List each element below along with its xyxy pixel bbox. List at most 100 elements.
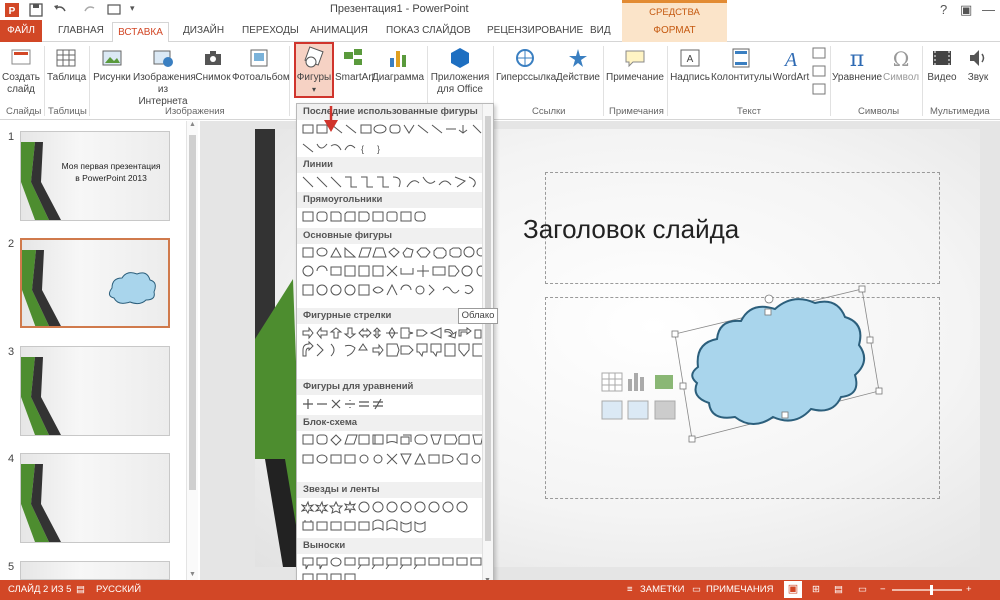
chart-label: Диаграмма bbox=[372, 72, 425, 83]
new-slide-label: Создать слайд bbox=[2, 72, 41, 95]
chart-button[interactable]: Диаграмма bbox=[372, 44, 424, 84]
online-pictures-button[interactable]: Изображения из Интернета bbox=[133, 44, 196, 108]
slide-decoration bbox=[21, 357, 61, 435]
shapes-button[interactable]: Фигуры ▾ bbox=[294, 42, 334, 98]
gallery-scroll-thumb[interactable] bbox=[485, 116, 491, 541]
scroll-down-icon[interactable]: ▼ bbox=[189, 571, 196, 578]
equation-shapes-icons[interactable] bbox=[301, 397, 485, 412]
rectangles-icons[interactable] bbox=[301, 210, 485, 225]
apps-for-office-button[interactable]: Приложения для Office bbox=[430, 44, 490, 96]
tab-format[interactable]: ФОРМАТ bbox=[622, 20, 727, 42]
redo-icon[interactable] bbox=[82, 2, 98, 18]
powerpoint-icon[interactable]: P bbox=[4, 2, 20, 18]
ribbon-insert: Создать слайд Слайды Таблица Таблицы Рис… bbox=[0, 42, 1000, 120]
video-icon bbox=[933, 51, 951, 65]
help-button[interactable]: ? bbox=[940, 2, 947, 17]
wordart-button[interactable]: A WordArt bbox=[771, 44, 811, 84]
undo-icon[interactable] bbox=[52, 2, 68, 18]
stars-ribbons-icons[interactable] bbox=[301, 500, 485, 535]
slide-thumbnail[interactable] bbox=[20, 561, 170, 580]
comments-button[interactable]: ПРИМЕЧАНИЯ bbox=[706, 584, 773, 595]
slideshow-view-button[interactable]: ▭ bbox=[858, 584, 867, 595]
svg-text:Ω: Ω bbox=[893, 47, 910, 70]
text-extras-icons[interactable] bbox=[812, 46, 826, 98]
smartart-button[interactable]: SmartArt bbox=[335, 44, 374, 84]
svg-text:{: { bbox=[361, 144, 364, 154]
customize-qat-icon[interactable]: ▾ bbox=[130, 3, 135, 14]
shape-tooltip: Облако bbox=[458, 308, 498, 324]
tab-animation[interactable]: АНИМАЦИЯ bbox=[310, 23, 368, 41]
slide-number: 5 bbox=[8, 561, 15, 573]
proofing-icon[interactable]: ▤ bbox=[76, 584, 85, 595]
scroll-thumb[interactable] bbox=[189, 135, 196, 490]
textbox-label: Надпись bbox=[670, 72, 710, 83]
new-slide-button[interactable]: Создать слайд bbox=[2, 44, 40, 96]
gallery-scrollbar[interactable]: ▼ bbox=[482, 104, 493, 586]
slideshow-start-icon[interactable] bbox=[106, 2, 122, 18]
action-icon bbox=[569, 49, 587, 67]
thumbnails-scrollbar[interactable]: ▲ ▼ bbox=[186, 121, 198, 580]
reading-view-button[interactable]: ▤ bbox=[834, 584, 843, 595]
flowchart-icons[interactable] bbox=[301, 433, 485, 468]
shapes-label: Фигуры bbox=[296, 72, 332, 83]
normal-view-button[interactable]: ▣ bbox=[784, 581, 802, 598]
cloud-shape[interactable] bbox=[665, 279, 885, 449]
header-footer-button[interactable]: Колонтитулы bbox=[711, 44, 772, 84]
online-pictures-label: Изображения из Интернета bbox=[133, 72, 196, 107]
notes-button[interactable]: ЗАМЕТКИ bbox=[640, 584, 685, 595]
online-pictures-icon bbox=[153, 50, 173, 67]
header-footer-icon bbox=[732, 48, 750, 68]
screenshot-button[interactable]: Снимок bbox=[195, 44, 231, 84]
photo-album-button[interactable]: Фотоальбом bbox=[232, 44, 290, 84]
zoom-slider-thumb[interactable] bbox=[930, 585, 933, 595]
tab-design[interactable]: ДИЗАЙН bbox=[183, 23, 224, 41]
minimize-button[interactable]: — bbox=[982, 2, 995, 17]
group-text-label: Текст bbox=[737, 106, 761, 117]
slide-title[interactable]: Заголовок слайда bbox=[523, 214, 739, 245]
tab-review[interactable]: РЕЦЕНЗИРОВАНИЕ bbox=[487, 23, 583, 41]
tab-insert[interactable]: ВСТАВКА bbox=[112, 22, 169, 43]
pictures-button[interactable]: Рисунки bbox=[92, 44, 132, 84]
section-equation-shapes: Фигуры для уравнений bbox=[297, 379, 483, 395]
photo-album-label: Фотоальбом bbox=[232, 72, 290, 83]
slide-thumbnail[interactable] bbox=[20, 346, 170, 436]
lines-icons[interactable] bbox=[301, 175, 485, 190]
audio-button[interactable]: Звук bbox=[960, 44, 996, 84]
zoom-out-button[interactable]: − bbox=[880, 584, 886, 595]
video-button[interactable]: Видео bbox=[924, 44, 960, 84]
slide-thumbnail[interactable]: Моя первая презентация в PowerPoint 2013 bbox=[20, 131, 170, 221]
symbol-button[interactable]: Ω Символ bbox=[882, 44, 920, 84]
slide-thumbnail[interactable] bbox=[20, 453, 170, 543]
tab-transitions[interactable]: ПЕРЕХОДЫ bbox=[242, 23, 299, 41]
ribbon-display-icon[interactable]: ▣ bbox=[960, 2, 972, 18]
tab-file[interactable]: ФАЙЛ bbox=[0, 20, 42, 42]
section-stars-ribbons: Звезды и ленты bbox=[297, 482, 483, 498]
svg-text:P: P bbox=[9, 6, 16, 17]
tab-view[interactable]: ВИД bbox=[590, 23, 611, 41]
tab-home[interactable]: ГЛАВНАЯ bbox=[58, 23, 104, 41]
save-icon[interactable] bbox=[28, 2, 44, 18]
slide-thumbnail-selected[interactable] bbox=[20, 238, 170, 328]
comments-icon: ▭ bbox=[692, 584, 701, 595]
action-button[interactable]: Действие bbox=[556, 44, 600, 84]
equation-label: Уравнение bbox=[832, 72, 883, 83]
slide-sorter-button[interactable]: ⊞ bbox=[812, 584, 820, 595]
pictures-label: Рисунки bbox=[93, 72, 131, 83]
zoom-in-button[interactable]: + bbox=[966, 584, 972, 595]
svg-text:A: A bbox=[687, 54, 694, 65]
tab-slideshow[interactable]: ПОКАЗ СЛАЙДОВ bbox=[386, 23, 471, 41]
office-store-icon bbox=[451, 48, 469, 68]
shapes-gallery[interactable]: Последние использованные фигуры {} Линии… bbox=[296, 103, 494, 587]
hyperlink-button[interactable]: Гиперссылка bbox=[496, 44, 556, 84]
zoom-slider[interactable] bbox=[892, 589, 962, 591]
scroll-up-icon[interactable]: ▲ bbox=[187, 121, 198, 128]
equation-button[interactable]: π Уравнение bbox=[832, 44, 882, 84]
language-indicator[interactable]: РУССКИЙ bbox=[96, 584, 141, 595]
comment-button[interactable]: Примечание bbox=[606, 44, 664, 84]
textbox-button[interactable]: A Надпись bbox=[670, 44, 710, 84]
table-button[interactable]: Таблица bbox=[47, 44, 86, 84]
svg-text:A: A bbox=[783, 49, 798, 70]
slide-counter: СЛАЙД 2 ИЗ 5 bbox=[8, 584, 72, 595]
block-arrows-icons[interactable] bbox=[301, 326, 485, 378]
basic-shapes-icons[interactable] bbox=[301, 246, 485, 301]
